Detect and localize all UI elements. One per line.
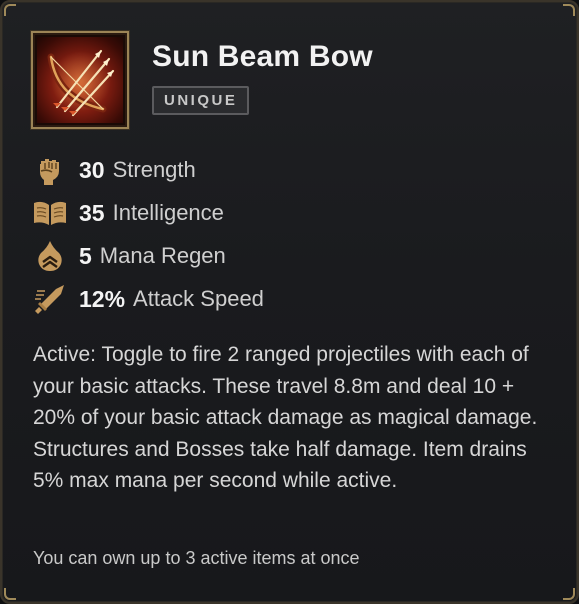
stat-label: Mana Regen <box>99 243 226 268</box>
corner-ornament <box>4 4 16 16</box>
corner-ornament <box>563 588 575 600</box>
mana-flame-icon <box>32 238 68 274</box>
stat-label: Attack Speed <box>133 286 264 311</box>
item-name: Sun Beam Bow <box>152 40 373 73</box>
active-items-note: You can own up to 3 active items at once <box>33 548 360 568</box>
sun-beam-bow-icon <box>37 37 123 123</box>
item-tooltip: Sun Beam Bow UNIQUE 30 Strength 35 Intel… <box>0 0 579 604</box>
stat-value: 30 <box>79 156 105 183</box>
stat-label: Intelligence <box>112 200 224 225</box>
stat-row-attack-speed: 12% Attack Speed <box>32 281 264 317</box>
stat-value: 5 <box>79 242 92 269</box>
item-description: Active: Toggle to fire 2 ranged projecti… <box>33 343 538 492</box>
corner-ornament <box>563 4 575 16</box>
fist-icon <box>32 152 68 188</box>
corner-ornament <box>4 588 16 600</box>
item-icon-frame <box>31 31 129 129</box>
stat-row-strength: 30 Strength <box>32 152 196 188</box>
stat-label: Strength <box>112 157 196 182</box>
stat-row-intelligence: 35 Intelligence <box>32 195 224 231</box>
stat-value: 35 <box>79 199 105 226</box>
rarity-badge: UNIQUE <box>152 86 250 115</box>
book-icon <box>32 195 68 231</box>
stat-value: 12% <box>79 285 126 312</box>
sword-icon <box>32 281 68 317</box>
stat-row-mana-regen: 5 Mana Regen <box>32 238 226 274</box>
